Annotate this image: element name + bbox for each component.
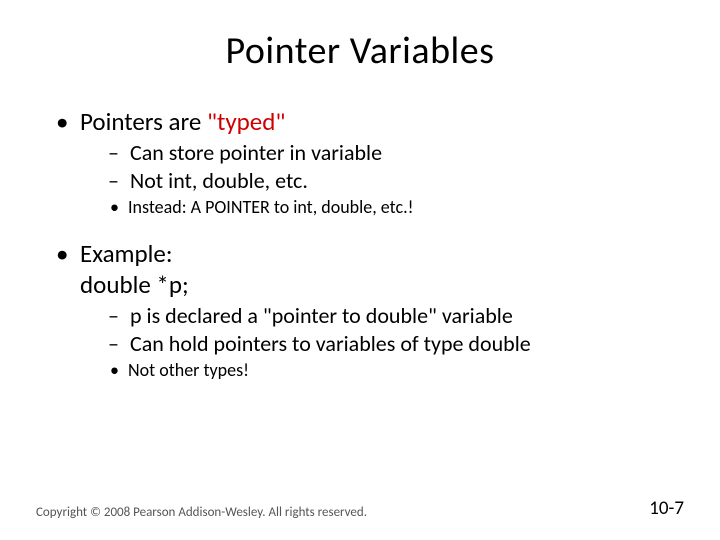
bullet-text-prefix: Pointers are: [80, 106, 207, 137]
page-number: 10-7: [649, 497, 684, 520]
typed-word: "typed": [207, 106, 285, 137]
subsub-instead: Instead: A POINTER to int, double, etc.!: [110, 196, 684, 219]
sub-can-store: Can store pointer in variable: [108, 139, 684, 167]
sub-p-declared: p is declared a "pointer to double" vari…: [108, 302, 684, 330]
example-label: Example:: [80, 238, 173, 269]
subsublist: Instead: A POINTER to int, double, etc.!: [110, 196, 684, 219]
bullet-list: Pointers are "typed" Can store pointer i…: [56, 106, 684, 383]
bullet-example: Example: double *p; p is declared a "poi…: [56, 238, 684, 383]
copyright-text: Copyright © 2008 Pearson Addison-Wesley.…: [36, 505, 367, 520]
sub-can-hold: Can hold pointers to variables of type d…: [108, 330, 684, 358]
subsub-not-other: Not other types!: [110, 359, 684, 382]
slide-title: Pointer Variables: [36, 28, 684, 74]
footer: Copyright © 2008 Pearson Addison-Wesley.…: [36, 497, 684, 520]
subsublist: Not other types!: [110, 359, 684, 382]
bullet-pointers-typed: Pointers are "typed" Can store pointer i…: [56, 106, 684, 220]
sublist: Can store pointer in variable Not int, d…: [108, 139, 684, 194]
sublist: p is declared a "pointer to double" vari…: [108, 302, 684, 357]
slide: Pointer Variables Pointers are "typed" C…: [0, 0, 720, 540]
example-code: double *p;: [80, 269, 189, 300]
sub-not-int: Not int, double, etc.: [108, 167, 684, 195]
